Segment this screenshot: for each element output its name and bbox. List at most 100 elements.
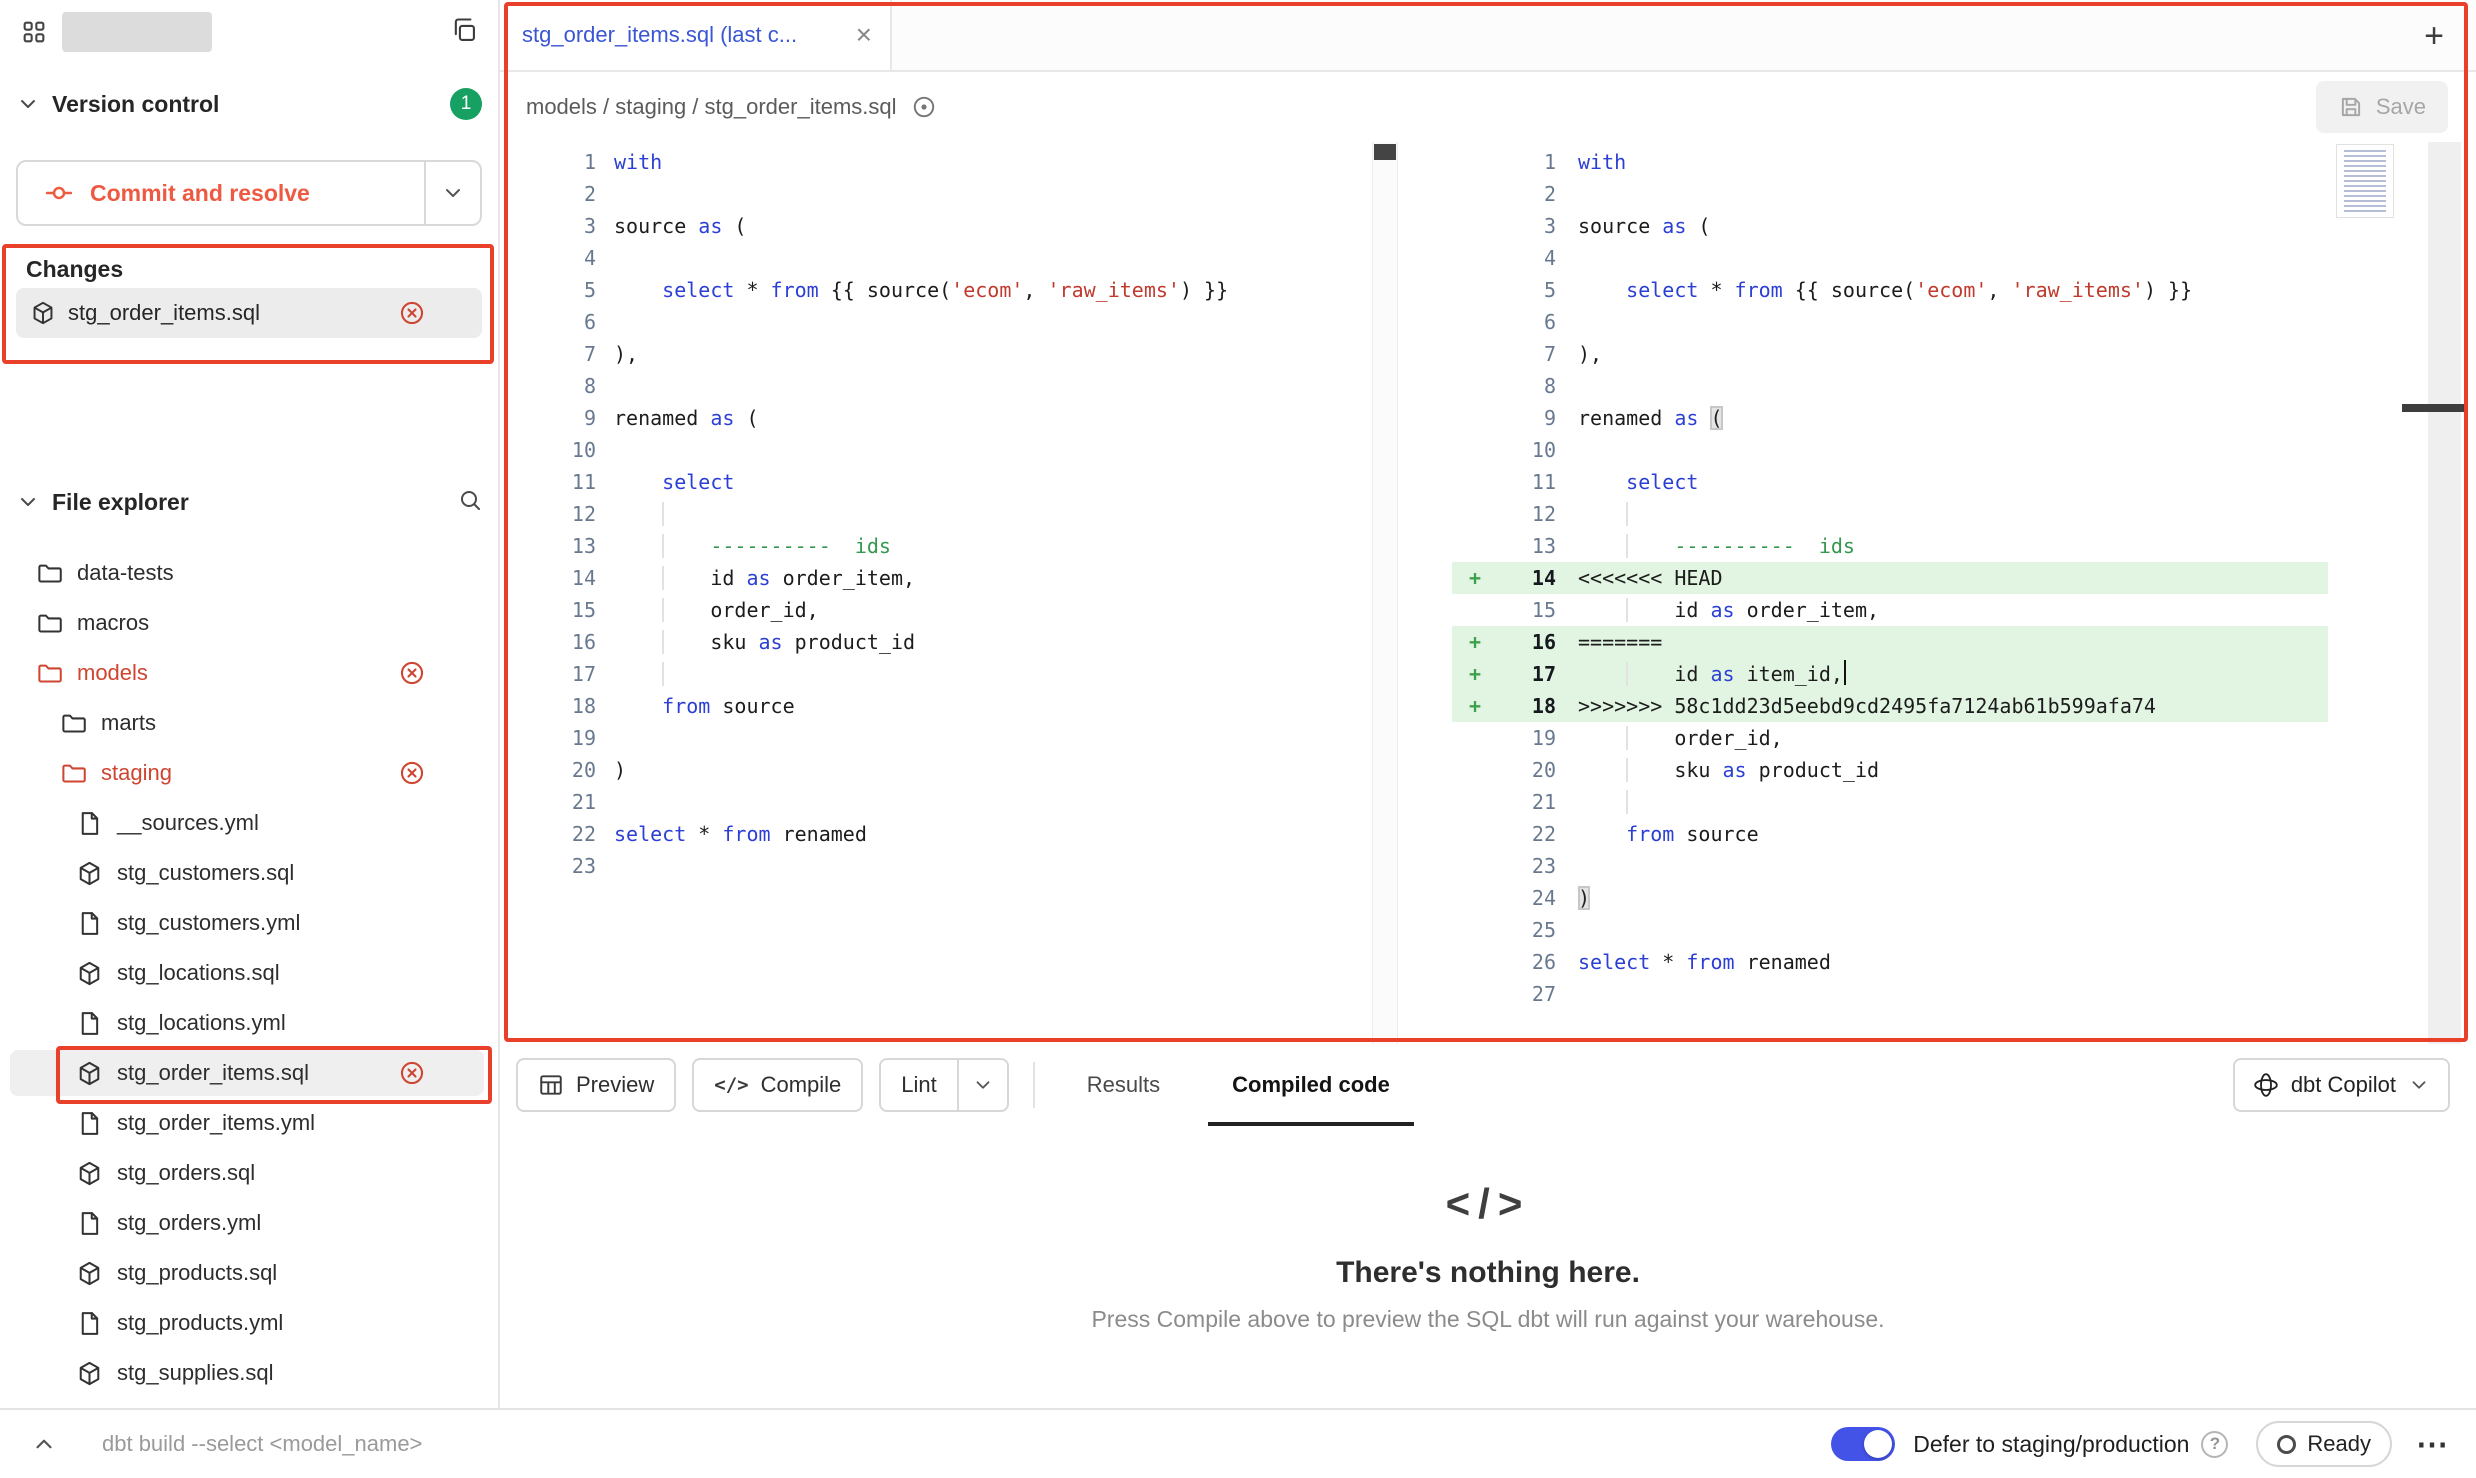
conflict-icon[interactable] <box>398 659 426 687</box>
code-line[interactable]: 22 from source <box>1452 818 2328 850</box>
code-line[interactable]: +17 id as item_id, <box>1452 658 2328 690</box>
code-line[interactable]: 4 <box>500 242 1398 274</box>
left-pane-scrollbar-thumb[interactable] <box>1374 144 1396 160</box>
code-line[interactable]: 22select * from renamed <box>500 818 1398 850</box>
chevron-up-icon[interactable] <box>24 1424 64 1464</box>
code-line[interactable]: 1with <box>500 146 1398 178</box>
help-icon[interactable]: ? <box>2201 1431 2228 1458</box>
code-line[interactable]: 21 <box>500 786 1398 818</box>
editor-scrollbar-thumb[interactable] <box>2402 404 2464 412</box>
tree-item-stg_locations.sql[interactable]: stg_locations.sql <box>0 948 498 998</box>
version-control-section-header[interactable]: Version control 1 <box>16 84 482 124</box>
code-line[interactable]: 1with <box>1452 146 2328 178</box>
new-tab-button[interactable]: + <box>2412 14 2456 58</box>
code-line[interactable]: 19 order_id, <box>1452 722 2328 754</box>
left-pane-scrollbar[interactable] <box>1372 142 1398 1044</box>
minimap[interactable] <box>2336 144 2394 218</box>
code-line[interactable]: 2 <box>1452 178 2328 210</box>
copy-icon[interactable] <box>450 16 478 49</box>
tree-item-stg_products.yml[interactable]: stg_products.yml <box>0 1298 498 1348</box>
code-line[interactable]: 24) <box>1452 882 2328 914</box>
code-line[interactable]: 21 <box>1452 786 2328 818</box>
command-input[interactable] <box>102 1431 662 1457</box>
tree-item-models[interactable]: models <box>0 648 498 698</box>
editor-scrollbar[interactable] <box>2428 142 2461 1044</box>
code-line[interactable]: 25 <box>1452 914 2328 946</box>
code-line[interactable]: 6 <box>1452 306 2328 338</box>
code-line[interactable]: 5 select * from {{ source('ecom', 'raw_i… <box>500 274 1398 306</box>
defer-toggle[interactable] <box>1831 1427 1895 1461</box>
conflict-icon[interactable] <box>398 759 426 787</box>
code-line[interactable]: 10 <box>500 434 1398 466</box>
code-line[interactable]: 10 <box>1452 434 2328 466</box>
tab-results[interactable]: Results <box>1059 1044 1188 1126</box>
save-button[interactable]: Save <box>2316 81 2448 133</box>
editor-tab-stg-order-items[interactable]: stg_order_items.sql (last c... × <box>500 0 892 70</box>
code-line[interactable]: +16======= <box>1452 626 2328 658</box>
code-line[interactable]: 27 <box>1452 978 2328 1010</box>
status-badge[interactable]: Ready <box>2256 1421 2392 1467</box>
tree-item-staging[interactable]: staging <box>0 748 498 798</box>
code-line[interactable]: 11 select <box>500 466 1398 498</box>
code-line[interactable]: 19 <box>500 722 1398 754</box>
code-line[interactable]: 8 <box>1452 370 2328 402</box>
diff-pane-modified[interactable]: 1with23source as (45 select * from {{ so… <box>1452 142 2328 1044</box>
kebab-menu-icon[interactable]: ⋯ <box>2416 1428 2448 1460</box>
tree-item-macros[interactable]: macros <box>0 598 498 648</box>
tree-item-stg_customers.sql[interactable]: stg_customers.sql <box>0 848 498 898</box>
diff-pane-original[interactable]: 1with23source as (45 select * from {{ so… <box>500 142 1398 1044</box>
code-line[interactable]: +18>>>>>>> 58c1dd23d5eebd9cd2495fa7124ab… <box>1452 690 2328 722</box>
code-line[interactable]: 16 sku as product_id <box>500 626 1398 658</box>
tab-compiled-code[interactable]: Compiled code <box>1204 1044 1418 1126</box>
conflict-icon[interactable] <box>398 1059 426 1087</box>
tree-item-marts[interactable]: marts <box>0 698 498 748</box>
code-line[interactable]: 15 order_id, <box>500 594 1398 626</box>
code-line[interactable]: 5 select * from {{ source('ecom', 'raw_i… <box>1452 274 2328 306</box>
changed-file-row[interactable]: stg_order_items.sql <box>16 288 482 338</box>
code-line[interactable]: 18 from source <box>500 690 1398 722</box>
code-line[interactable]: 13 ---------- ids <box>500 530 1398 562</box>
code-line[interactable]: 23 <box>1452 850 2328 882</box>
commit-and-resolve-button[interactable]: Commit and resolve <box>18 162 424 224</box>
code-line[interactable]: 7), <box>500 338 1398 370</box>
close-icon[interactable]: × <box>856 21 872 49</box>
tree-item-stg_customers.yml[interactable]: stg_customers.yml <box>0 898 498 948</box>
code-line[interactable]: 26select * from renamed <box>1452 946 2328 978</box>
code-line[interactable]: 20 sku as product_id <box>1452 754 2328 786</box>
code-line[interactable]: 17 <box>500 658 1398 690</box>
code-line[interactable]: 8 <box>500 370 1398 402</box>
tree-item-data-tests[interactable]: data-tests <box>0 548 498 598</box>
tree-item-stg_order_items.yml[interactable]: stg_order_items.yml <box>0 1098 498 1148</box>
commit-options-caret[interactable] <box>424 162 480 224</box>
dbt-copilot-button[interactable]: dbt Copilot <box>2233 1058 2450 1112</box>
code-line[interactable]: 6 <box>500 306 1398 338</box>
lint-options-caret[interactable] <box>959 1058 1009 1112</box>
code-line[interactable]: 9renamed as ( <box>500 402 1398 434</box>
file-state-icon[interactable] <box>911 94 937 120</box>
tree-item-stg_locations.yml[interactable]: stg_locations.yml <box>0 998 498 1048</box>
code-line[interactable]: 12 <box>1452 498 2328 530</box>
code-line[interactable]: 20) <box>500 754 1398 786</box>
code-line[interactable]: 4 <box>1452 242 2328 274</box>
code-line[interactable]: 14 id as order_item, <box>500 562 1398 594</box>
code-line[interactable]: 7), <box>1452 338 2328 370</box>
code-line[interactable]: 13 ---------- ids <box>1452 530 2328 562</box>
tree-item-__sources.yml[interactable]: __sources.yml <box>0 798 498 848</box>
code-line[interactable]: +14<<<<<<< HEAD <box>1452 562 2328 594</box>
code-line[interactable]: 12 <box>500 498 1398 530</box>
code-line[interactable]: 2 <box>500 178 1398 210</box>
tree-item-stg_products.sql[interactable]: stg_products.sql <box>0 1248 498 1298</box>
code-line[interactable]: 9renamed as ( <box>1452 402 2328 434</box>
code-line[interactable]: 3source as ( <box>1452 210 2328 242</box>
file-explorer-section-header[interactable]: File explorer <box>16 482 482 522</box>
code-line[interactable]: 3source as ( <box>500 210 1398 242</box>
search-icon[interactable] <box>458 488 482 517</box>
preview-button[interactable]: Preview <box>516 1058 676 1112</box>
code-line[interactable]: 23 <box>500 850 1398 882</box>
compile-button[interactable]: </> Compile <box>692 1058 863 1112</box>
code-line[interactable]: 11 select <box>1452 466 2328 498</box>
conflict-icon[interactable] <box>398 299 426 327</box>
tree-item-stg_orders.sql[interactable]: stg_orders.sql <box>0 1148 498 1198</box>
tree-item-stg_order_items.sql[interactable]: stg_order_items.sql <box>0 1048 498 1098</box>
code-line[interactable]: 15 id as order_item, <box>1452 594 2328 626</box>
